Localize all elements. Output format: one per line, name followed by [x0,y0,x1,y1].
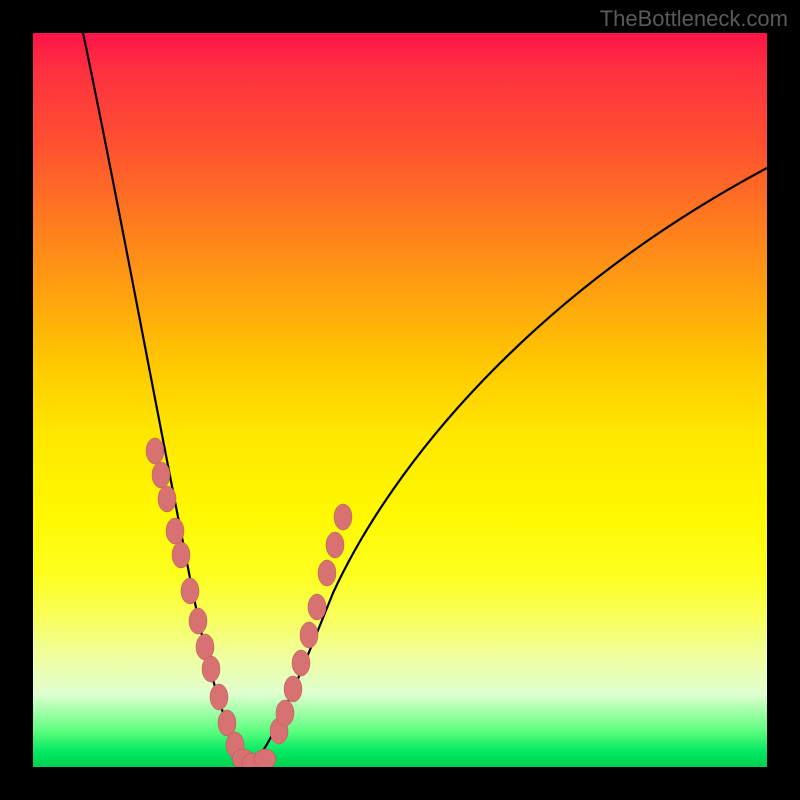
right-curve [251,168,767,765]
left-curve [83,33,251,765]
marker-group-right [270,504,352,744]
marker-group-bottom [232,749,276,767]
watermark-text: TheBottleneck.com [600,6,788,32]
chart-svg [33,33,767,767]
marker-group-left [146,438,244,758]
